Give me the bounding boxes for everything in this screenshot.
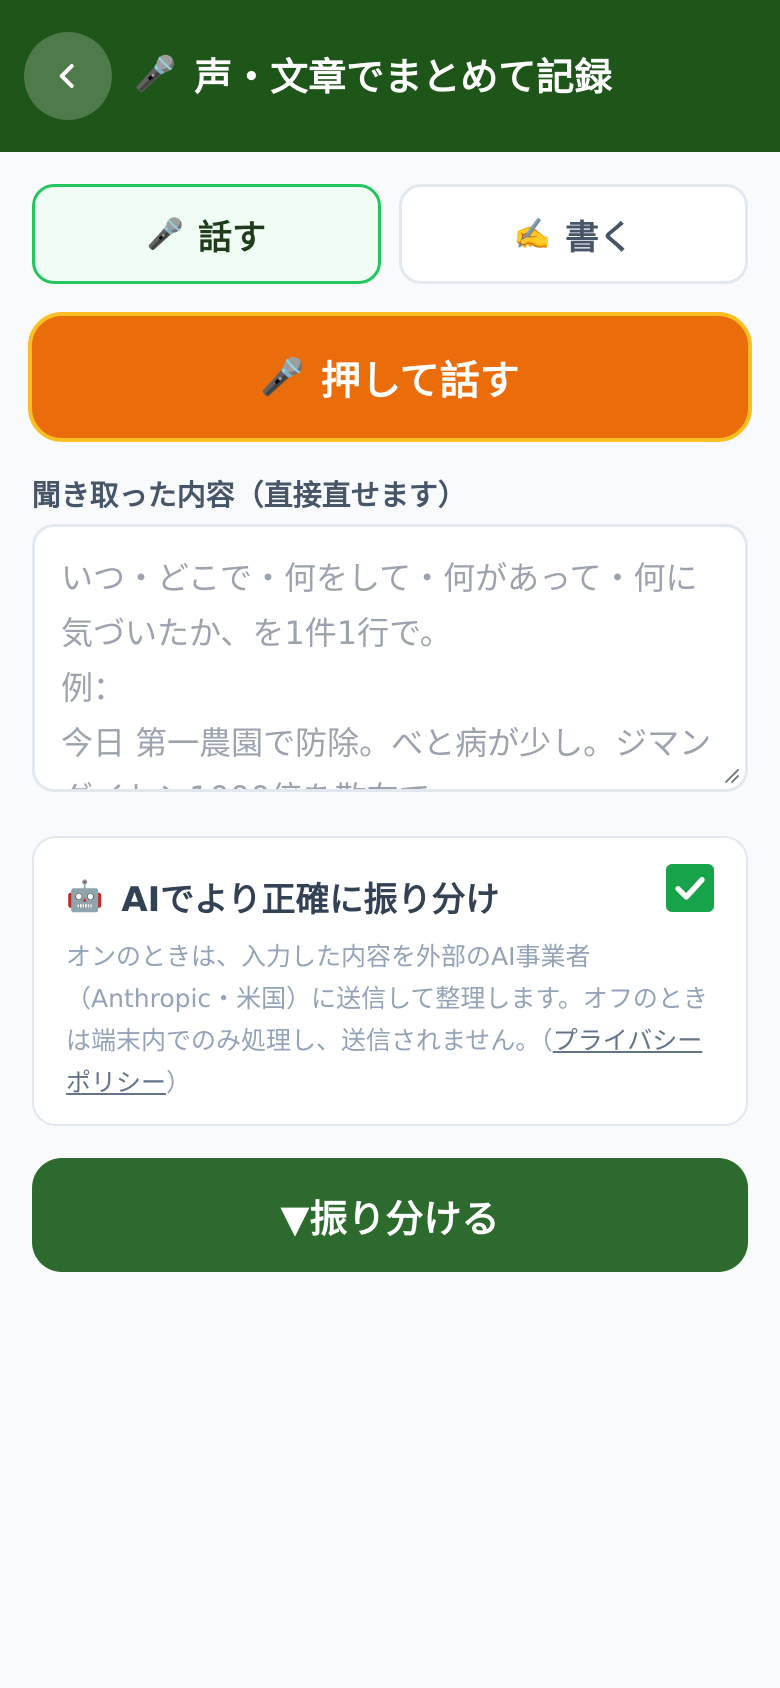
app-header: 🎤 声・文章でまとめて記録 <box>0 0 780 152</box>
robot-icon: 🤖 <box>66 879 104 914</box>
tab-speak[interactable]: 🎤 話す <box>32 184 381 284</box>
ai-option-title: 🤖 AIでより正確に振り分け <box>66 872 500 921</box>
push-to-talk-button[interactable]: 🎤 押して話す <box>28 312 752 442</box>
chevron-left-icon <box>59 64 74 88</box>
push-to-talk-label: 押して話す <box>321 358 520 404</box>
resize-handle-icon[interactable] <box>721 765 739 783</box>
ai-sort-option-card: 🤖 AIでより正確に振り分け オンのときは、入力した内容を外部のAI事業者（An… <box>32 836 748 1126</box>
page-title: 🎤 声・文章でまとめて記録 <box>134 46 612 101</box>
ai-option-description-end: ） <box>166 1068 192 1097</box>
tab-speak-label: 話す <box>198 217 267 258</box>
ai-option-checkbox[interactable] <box>666 864 714 912</box>
transcript-field-container <box>32 524 748 792</box>
microphone-icon: 🎤 <box>146 216 185 252</box>
ai-option-description: オンのときは、入力した内容を外部のAI事業者（Anthropic・米国）に送信し… <box>66 936 726 1104</box>
checkmark-icon <box>675 877 705 900</box>
sort-button-label: ▼振り分ける <box>280 1196 500 1241</box>
tab-write-label: 書く <box>565 217 634 258</box>
transcript-label: 聞き取った内容（直接直せます） <box>32 478 468 512</box>
writing-hand-icon: ✍️ <box>513 216 552 252</box>
back-button[interactable] <box>24 32 112 120</box>
sort-button[interactable]: ▼振り分ける <box>32 1158 748 1272</box>
microphone-icon: 🎤 <box>260 357 305 398</box>
page-title-text: 声・文章でまとめて記録 <box>194 55 613 99</box>
ai-option-title-text: AIでより正確に振り分け <box>121 880 500 920</box>
transcript-textarea[interactable] <box>35 527 745 789</box>
tab-write[interactable]: ✍️ 書く <box>399 184 748 284</box>
microphone-icon: 🎤 <box>134 53 177 94</box>
mode-tabs: 🎤 話す ✍️ 書く <box>32 184 748 284</box>
